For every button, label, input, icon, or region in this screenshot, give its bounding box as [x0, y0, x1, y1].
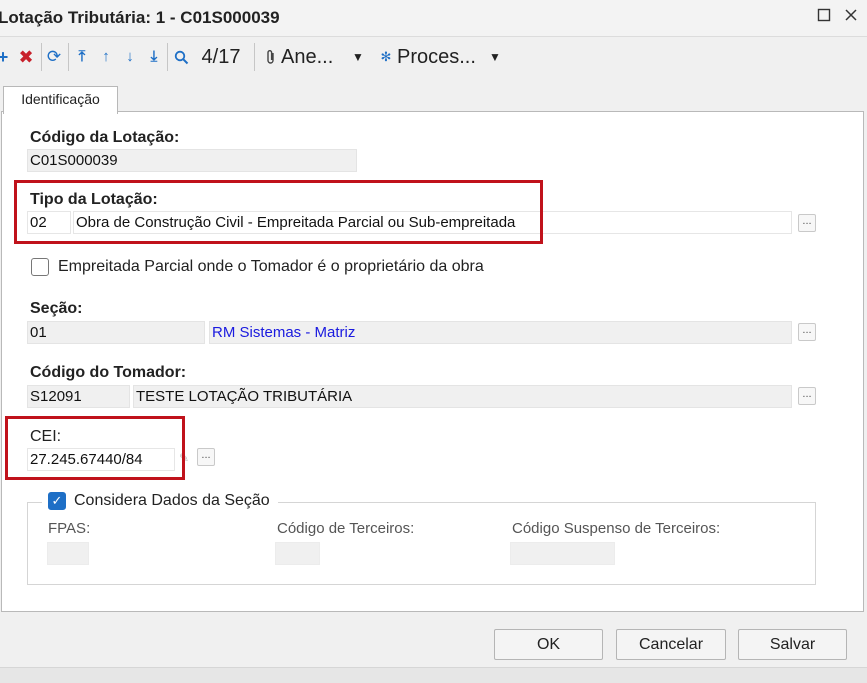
close-icon[interactable] — [841, 8, 861, 28]
tomador-label: Código do Tomador: — [30, 364, 187, 381]
tomador-lookup-button[interactable]: ... — [798, 387, 816, 405]
toolbar-separator — [41, 43, 42, 71]
empreitada-label: Empreitada Parcial onde o Tomador é o pr… — [58, 258, 484, 275]
title-bar: Lotação Tributária: 1 - C01S000039 — [0, 0, 867, 37]
tomador-description-field[interactable]: TESTE LOTAÇÃO TRIBUTÁRIA — [133, 385, 792, 408]
highlight-box-cei — [5, 416, 185, 480]
secao-code-field[interactable]: 01 — [27, 321, 205, 344]
codigo-lotacao-label: Código da Lotação: — [30, 129, 180, 146]
toolbar-separator — [254, 43, 255, 71]
considera-checkbox[interactable]: ✓ — [48, 492, 66, 510]
annex-menu-label[interactable]: Ane... — [281, 37, 341, 77]
gear-icon[interactable]: ✻ — [378, 37, 394, 77]
ok-button[interactable]: OK — [494, 629, 603, 660]
window-title: Lotação Tributária: 1 - C01S000039 — [0, 8, 280, 27]
refresh-icon[interactable]: ⟳ — [44, 37, 64, 77]
codigo-terceiros-field — [275, 542, 320, 565]
toolbar: + ✖ ⟳ ⤒ ↑ ↓ ⤓ 4/17 Ane... ▼ ✻ Proces... … — [0, 37, 867, 77]
considera-group-box — [27, 502, 816, 585]
codigo-lotacao-field[interactable]: C01S000039 — [27, 149, 357, 172]
fpas-label: FPAS: — [48, 520, 91, 537]
process-menu-label[interactable]: Proces... — [397, 37, 477, 77]
secao-lookup-button[interactable]: ... — [798, 323, 816, 341]
tomador-code-field[interactable]: S12091 — [27, 385, 130, 408]
secao-label: Seção: — [30, 300, 83, 317]
tab-identificacao[interactable]: Identificação — [3, 86, 118, 114]
chevron-down-icon[interactable]: ▼ — [487, 37, 503, 77]
codigo-terceiros-label: Código de Terceiros: — [277, 520, 415, 537]
empreitada-checkbox[interactable] — [31, 258, 49, 276]
record-counter: 4/17 — [201, 46, 241, 68]
cei-lookup-button[interactable]: ... — [197, 448, 215, 466]
last-record-icon[interactable]: ⤓ — [144, 37, 164, 77]
secao-description-field[interactable]: RM Sistemas - Matriz — [209, 321, 792, 344]
cancel-button[interactable]: Cancelar — [616, 629, 726, 660]
add-icon[interactable]: + — [0, 37, 10, 77]
paperclip-icon[interactable] — [263, 37, 279, 77]
next-record-icon[interactable]: ↓ — [120, 37, 140, 77]
toolbar-separator — [167, 43, 168, 71]
fpas-field — [47, 542, 89, 565]
search-icon[interactable] — [171, 37, 191, 77]
status-bar — [0, 667, 867, 683]
codigo-suspenso-field — [510, 542, 615, 565]
considera-label: Considera Dados da Seção — [74, 492, 270, 509]
highlight-box-tipo-lotacao — [14, 180, 543, 244]
previous-record-icon[interactable]: ↑ — [96, 37, 116, 77]
save-button[interactable]: Salvar — [738, 629, 847, 660]
toolbar-separator — [68, 43, 69, 71]
delete-icon[interactable]: ✖ — [16, 37, 36, 77]
tipo-lotacao-lookup-button[interactable]: ... — [798, 214, 816, 232]
chevron-down-icon[interactable]: ▼ — [350, 37, 366, 77]
first-record-icon[interactable]: ⤒ — [72, 37, 92, 77]
codigo-suspenso-label: Código Suspenso de Terceiros: — [512, 520, 721, 537]
maximize-icon[interactable] — [814, 8, 834, 28]
